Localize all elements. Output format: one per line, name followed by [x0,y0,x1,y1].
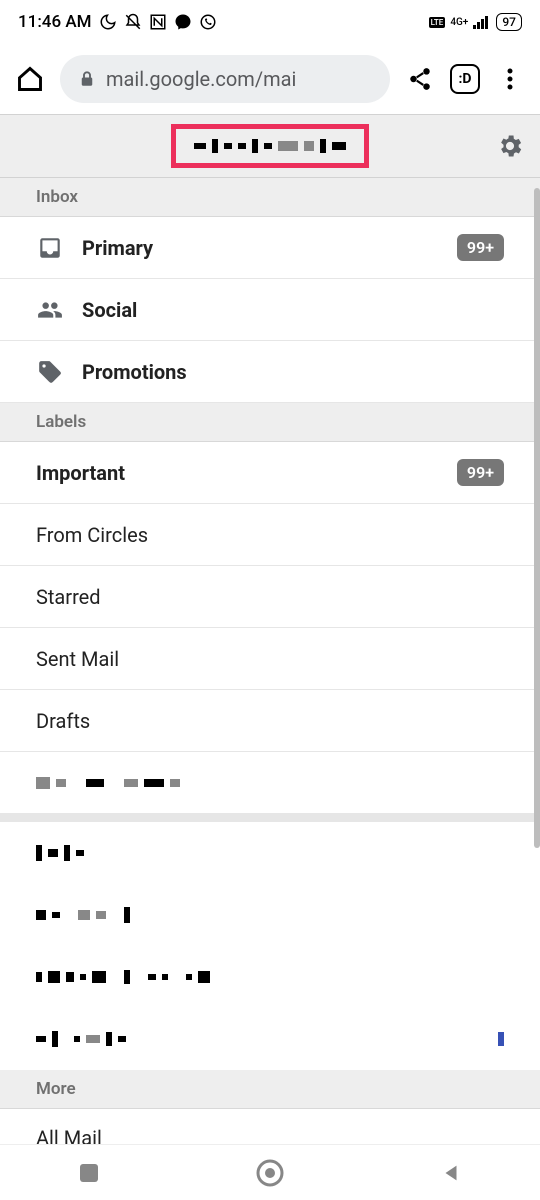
more-section-header: More [0,1070,540,1109]
nav-custom-label-redacted[interactable] [0,1008,540,1070]
inbox-icon [36,234,64,262]
whatsapp-icon [199,13,217,31]
volte-icon: LTE [429,17,446,28]
divider [0,814,540,822]
menu-button[interactable] [494,63,526,95]
tag-icon [36,358,64,386]
nav-important[interactable]: Important 99+ [0,442,540,504]
signal-icon [473,15,491,29]
count-badge: 99+ [457,459,504,486]
nav-promotions[interactable]: Promotions [0,341,540,403]
count-badge: 99+ [457,234,504,261]
nfc-icon [149,13,167,31]
network-type: 4G+ [450,17,468,28]
nav-custom-label-redacted[interactable] [0,946,540,1008]
battery-icon: 97 [496,13,522,31]
address-bar[interactable]: mail.google.com/mai [60,55,390,103]
nav-label: Drafts [36,709,504,733]
status-left: 11:46 AM [18,12,217,32]
account-header [0,114,540,178]
labels-section-header: Labels [0,403,540,442]
nav-from-circles[interactable]: From Circles [0,504,540,566]
mute-icon [124,13,142,31]
tabs-button[interactable]: :D [450,64,480,94]
messenger-icon [174,13,192,31]
url-text: mail.google.com/mai [106,67,296,91]
account-email-redacted[interactable] [171,124,369,168]
nav-social[interactable]: Social [0,279,540,341]
nav-label: Promotions [82,360,504,384]
nav-custom-label-redacted[interactable] [0,822,540,884]
nav-label: Primary [82,236,439,260]
scroll-indicator[interactable] [534,188,540,848]
nav-label: Sent Mail [36,647,504,671]
nav-sent-mail[interactable]: Sent Mail [0,628,540,690]
nav-label: Social [82,298,504,322]
status-right: LTE 4G+ 97 [429,13,522,31]
browser-toolbar: mail.google.com/mai :D [0,44,540,114]
nav-drafts[interactable]: Drafts [0,690,540,752]
back-button[interactable] [440,1162,462,1184]
tab-count: :D [458,71,471,87]
nav-label: Important [36,461,439,485]
nav-custom-label-redacted[interactable] [0,752,540,814]
people-icon [36,296,64,324]
system-nav-bar [0,1144,540,1200]
status-time: 11:46 AM [18,12,92,32]
lock-icon [78,70,96,88]
share-button[interactable] [404,63,436,95]
nav-label: From Circles [36,523,504,547]
home-button[interactable] [14,63,46,95]
battery-level: 97 [502,15,516,29]
settings-button[interactable] [494,130,526,162]
status-bar: 11:46 AM LTE 4G+ 97 [0,0,540,44]
inbox-section-header: Inbox [0,178,540,217]
nav-label: Starred [36,585,504,609]
label-color-indicator [498,1032,504,1046]
home-system-button[interactable] [255,1158,285,1188]
nav-primary[interactable]: Primary 99+ [0,217,540,279]
nav-custom-label-redacted[interactable] [0,884,540,946]
moon-icon [99,13,117,31]
recents-button[interactable] [78,1162,100,1184]
nav-starred[interactable]: Starred [0,566,540,628]
